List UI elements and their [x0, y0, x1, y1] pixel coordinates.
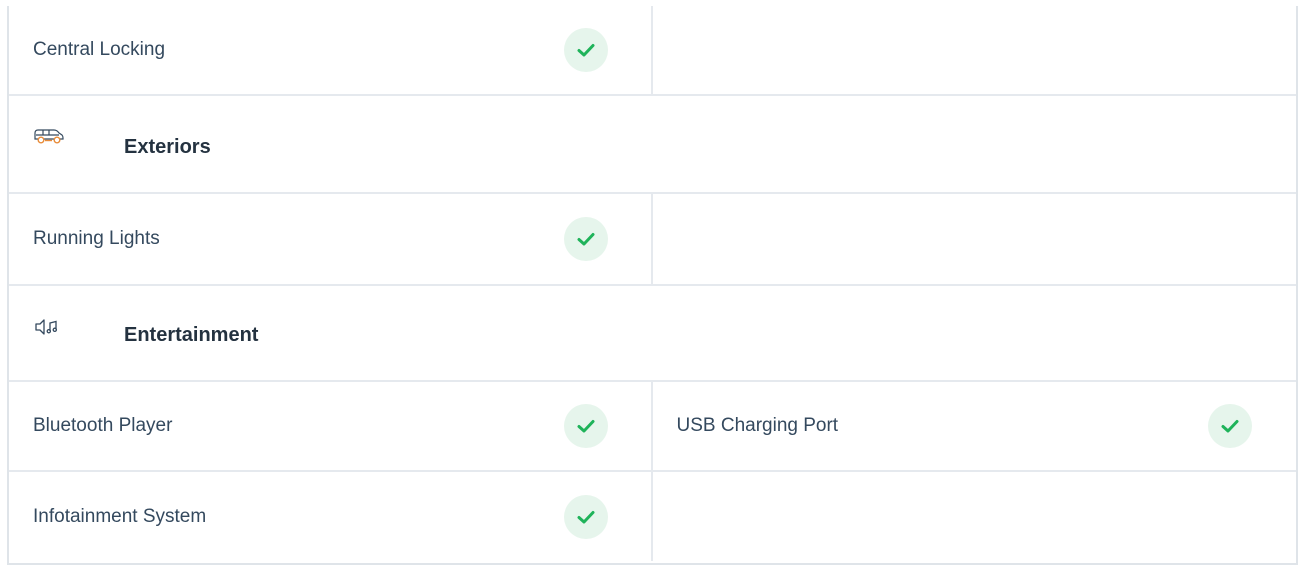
- check-icon: [564, 494, 608, 539]
- speaker-music-icon: [33, 318, 63, 338]
- feature-row-central-locking: Central Locking: [9, 6, 1296, 96]
- feature-cell: Infotainment System: [9, 472, 653, 561]
- feature-cell-empty: [653, 6, 1297, 94]
- section-title: Exteriors: [124, 136, 211, 158]
- feature-cell: Bluetooth Player: [9, 382, 653, 470]
- check-icon: [564, 404, 608, 448]
- feature-cell: USB Charging Port: [653, 382, 1297, 470]
- feature-row-running-lights: Running Lights: [9, 194, 1296, 286]
- section-title: Entertainment: [124, 324, 259, 346]
- check-icon: [564, 217, 608, 261]
- feature-cell-empty: [653, 194, 1297, 284]
- feature-label: Infotainment System: [33, 505, 207, 527]
- feature-cell: Central Locking: [9, 6, 653, 94]
- feature-label: Central Locking: [33, 39, 166, 60]
- check-icon: [564, 28, 608, 72]
- feature-row-bluetooth-usb: Bluetooth Player USB Charging Port: [9, 382, 1296, 472]
- feature-label: USB Charging Port: [676, 415, 839, 436]
- check-icon: [1207, 404, 1252, 448]
- section-header-entertainment: Entertainment: [9, 286, 1296, 382]
- car-icon: [33, 126, 64, 146]
- feature-cell: Running Lights: [9, 194, 653, 284]
- feature-row-infotainment: Infotainment System: [9, 472, 1296, 561]
- feature-label: Running Lights: [33, 228, 160, 249]
- feature-cell-empty: [653, 472, 1297, 561]
- features-table: Central Locking Exteriors Running Lights: [7, 6, 1298, 565]
- section-header-exteriors: Exteriors: [9, 96, 1296, 194]
- feature-label: Bluetooth Player: [33, 415, 173, 436]
